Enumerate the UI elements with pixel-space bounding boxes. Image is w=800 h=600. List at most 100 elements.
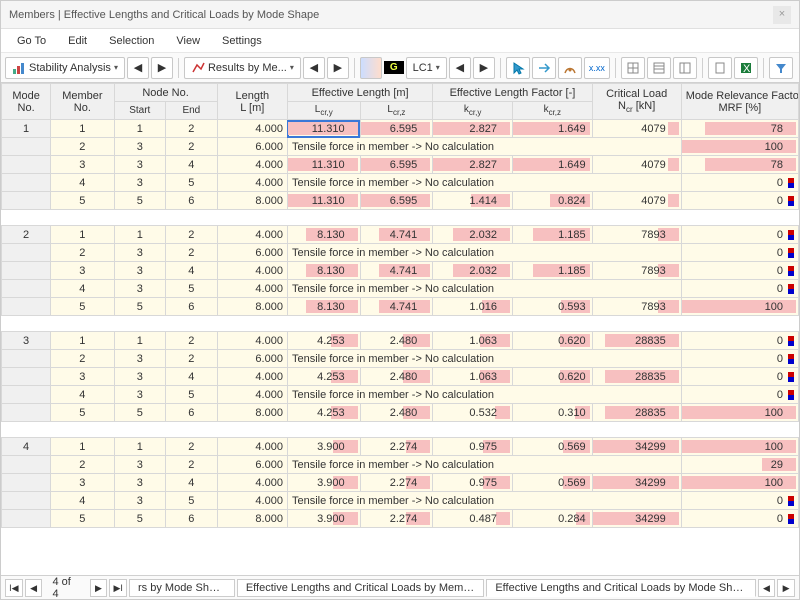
data-cell[interactable]: 28835 (592, 368, 681, 386)
data-cell[interactable]: 2.827 (433, 156, 513, 174)
data-cell[interactable]: 0.824 (512, 192, 592, 210)
cell-memberno[interactable]: 5 (51, 510, 114, 528)
hdr-lcrz[interactable]: Lcr,z (360, 102, 433, 120)
menu-settings[interactable]: Settings (212, 32, 272, 50)
cell-length[interactable]: 8.000 (217, 510, 287, 528)
cell-end[interactable]: 6 (166, 510, 218, 528)
data-grid[interactable]: ModeNo. MemberNo. Node No. LengthL [m] E… (1, 83, 799, 575)
tabs-scroll-left[interactable]: ◀ (758, 579, 776, 597)
data-cell[interactable]: 28835 (592, 404, 681, 422)
loadcase-dropdown[interactable]: LC1 ▾ (406, 57, 447, 79)
data-cell[interactable]: 2.032 (433, 262, 513, 280)
data-cell[interactable]: 8.130 (287, 226, 360, 244)
cell-length[interactable]: 6.000 (217, 138, 287, 156)
cell-length[interactable]: 4.000 (217, 280, 287, 298)
cell-end[interactable]: 2 (166, 332, 218, 350)
data-cell[interactable]: 4.741 (360, 226, 433, 244)
color-swatch-1[interactable] (360, 57, 382, 79)
data-cell[interactable]: 8.130 (287, 298, 360, 316)
cell-end[interactable]: 4 (166, 368, 218, 386)
data-cell[interactable]: 0 (681, 174, 798, 192)
data-cell[interactable]: 6.595 (360, 192, 433, 210)
cell-start[interactable]: 3 (114, 262, 166, 280)
cell-end[interactable]: 4 (166, 474, 218, 492)
cell-modeno[interactable]: 3 (2, 332, 51, 350)
cell-end[interactable]: 5 (166, 492, 218, 510)
cell-memberno[interactable]: 3 (51, 474, 114, 492)
cell-start[interactable]: 3 (114, 350, 166, 368)
cell-start[interactable]: 3 (114, 456, 166, 474)
cell-modeno[interactable] (2, 350, 51, 368)
data-cell[interactable]: 1.649 (512, 156, 592, 174)
data-cell[interactable]: 7893 (592, 262, 681, 280)
data-cell[interactable]: 1.649 (512, 120, 592, 138)
data-cell[interactable]: 2.274 (360, 474, 433, 492)
cell-length[interactable]: 4.000 (217, 120, 287, 138)
cell-memberno[interactable]: 4 (51, 280, 114, 298)
data-cell[interactable]: 7893 (592, 226, 681, 244)
cell-end[interactable]: 5 (166, 386, 218, 404)
cell-tensile[interactable]: Tensile force in member -> No calculatio… (287, 138, 681, 156)
tool-pick[interactable] (532, 57, 556, 79)
cell-memberno[interactable]: 5 (51, 192, 114, 210)
data-cell[interactable]: 2.480 (360, 332, 433, 350)
nav-prev-res[interactable]: ◀ (303, 57, 325, 79)
data-cell[interactable]: 1.063 (433, 368, 513, 386)
tool-grid2[interactable] (647, 57, 671, 79)
close-button[interactable]: × (773, 6, 791, 24)
cell-end[interactable]: 4 (166, 156, 218, 174)
hdr-mrf[interactable]: Mode Relevance FactorMRF [%] (681, 84, 798, 120)
data-cell[interactable]: 3.900 (287, 510, 360, 528)
data-cell[interactable]: 4.741 (360, 262, 433, 280)
cell-modeno[interactable] (2, 404, 51, 422)
cell-memberno[interactable]: 4 (51, 492, 114, 510)
cell-start[interactable]: 5 (114, 510, 166, 528)
nav-last[interactable]: ▶I (109, 579, 127, 597)
data-cell[interactable]: 1.016 (433, 298, 513, 316)
data-cell[interactable]: 0 (681, 350, 798, 368)
data-cell[interactable]: 2.480 (360, 404, 433, 422)
data-cell[interactable]: 100 (681, 138, 798, 156)
cell-memberno[interactable]: 1 (51, 332, 114, 350)
data-cell[interactable]: 8.130 (287, 262, 360, 280)
cell-modeno[interactable] (2, 156, 51, 174)
cell-length[interactable]: 4.000 (217, 262, 287, 280)
hdr-efffactor[interactable]: Effective Length Factor [-] (433, 84, 592, 102)
nav-next-cat[interactable]: ▶ (151, 57, 173, 79)
cell-start[interactable]: 5 (114, 404, 166, 422)
data-cell[interactable]: 1.185 (512, 226, 592, 244)
data-cell[interactable]: 0.569 (512, 474, 592, 492)
hdr-kcry[interactable]: kcr,y (433, 102, 513, 120)
cell-length[interactable]: 8.000 (217, 404, 287, 422)
data-cell[interactable]: 0.284 (512, 510, 592, 528)
data-cell[interactable]: 0.569 (512, 438, 592, 456)
nav-next[interactable]: ▶ (90, 579, 108, 597)
cell-modeno[interactable] (2, 280, 51, 298)
hdr-kcrz[interactable]: kcr,z (512, 102, 592, 120)
data-cell[interactable]: 34299 (592, 510, 681, 528)
cell-end[interactable]: 5 (166, 174, 218, 192)
cell-end[interactable]: 6 (166, 192, 218, 210)
cell-modeno[interactable] (2, 174, 51, 192)
data-cell[interactable]: 0.620 (512, 368, 592, 386)
data-cell[interactable]: 3.900 (287, 438, 360, 456)
hdr-efflen[interactable]: Effective Length [m] (287, 84, 432, 102)
data-cell[interactable]: 100 (681, 298, 798, 316)
cell-modeno[interactable] (2, 386, 51, 404)
data-cell[interactable]: 28835 (592, 332, 681, 350)
data-cell[interactable]: 0 (681, 510, 798, 528)
hdr-nodeno[interactable]: Node No. (114, 84, 217, 102)
cell-start[interactable]: 1 (114, 226, 166, 244)
cell-length[interactable]: 4.000 (217, 226, 287, 244)
cell-start[interactable]: 3 (114, 492, 166, 510)
cell-memberno[interactable]: 2 (51, 350, 114, 368)
data-cell[interactable]: 0 (681, 226, 798, 244)
data-cell[interactable]: 0 (681, 192, 798, 210)
data-cell[interactable]: 4079 (592, 192, 681, 210)
data-cell[interactable]: 29 (681, 456, 798, 474)
data-cell[interactable]: 2.274 (360, 438, 433, 456)
data-cell[interactable]: 7893 (592, 298, 681, 316)
cell-start[interactable]: 1 (114, 332, 166, 350)
tabs-scroll-right[interactable]: ▶ (777, 579, 795, 597)
cell-end[interactable]: 6 (166, 404, 218, 422)
